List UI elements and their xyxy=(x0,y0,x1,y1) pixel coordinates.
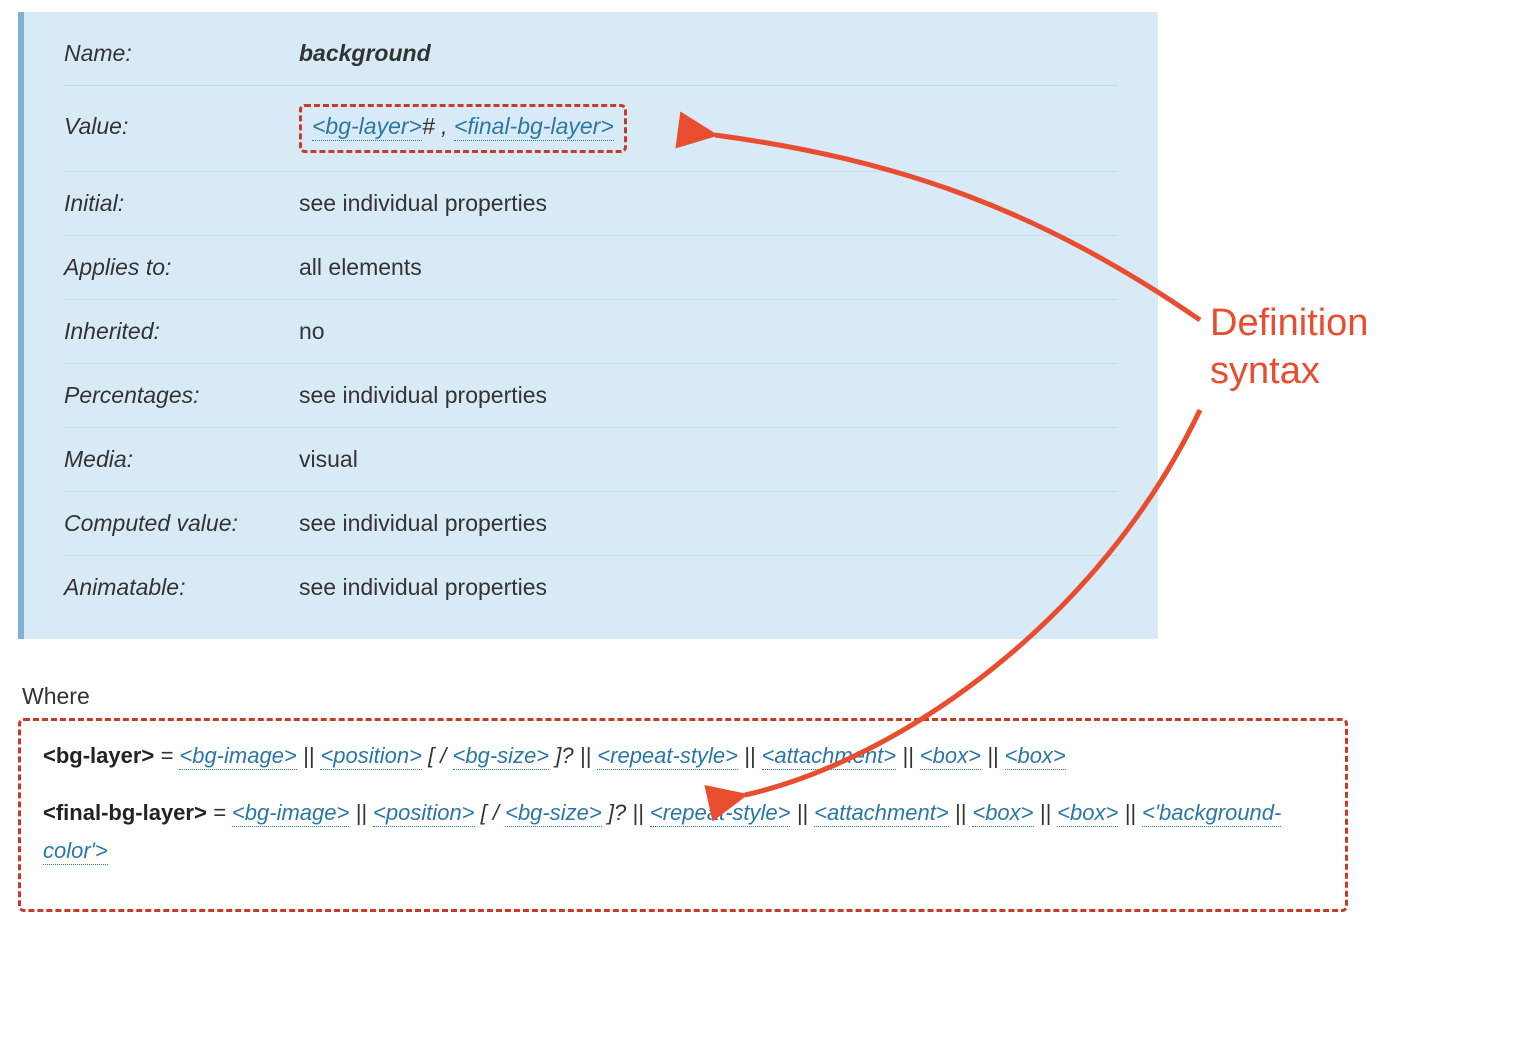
definition-line: <final-bg-layer> = <bg-image> || <positi… xyxy=(43,794,1323,869)
syntax-token: || xyxy=(790,800,814,825)
property-label: Media: xyxy=(64,446,299,473)
property-value: see individual properties xyxy=(299,382,547,409)
property-value: see individual properties xyxy=(299,510,547,537)
definition-term: <final-bg-layer> xyxy=(43,800,207,825)
syntax-type-link[interactable]: <box> xyxy=(1005,743,1066,770)
syntax-token: || xyxy=(1034,800,1058,825)
syntax-type-link[interactable]: <bg-layer> xyxy=(312,113,422,141)
property-label: Name: xyxy=(64,40,299,67)
property-label: Initial: xyxy=(64,190,299,217)
syntax-type-link[interactable]: <bg-image> xyxy=(232,800,349,827)
definition-line: <bg-layer> = <bg-image> || <position> [ … xyxy=(43,737,1323,774)
syntax-token: = xyxy=(207,800,232,825)
syntax-token: ]? || xyxy=(602,800,650,825)
definition-term: <bg-layer> xyxy=(43,743,154,768)
annotation-line-2: syntax xyxy=(1210,348,1368,396)
syntax-token: # , xyxy=(422,113,454,139)
syntax-token: || xyxy=(1118,800,1142,825)
syntax-type-link[interactable]: <position> xyxy=(373,800,475,827)
property-value: background xyxy=(299,40,431,67)
annotation-line-1: Definition xyxy=(1210,300,1368,348)
property-label: Computed value: xyxy=(64,510,299,537)
syntax-type-link[interactable]: <bg-size> xyxy=(453,743,550,770)
annotation-label: Definition syntax xyxy=(1210,300,1368,395)
property-row: Computed value:see individual properties xyxy=(64,492,1118,556)
syntax-type-link[interactable]: <attachment> xyxy=(814,800,949,827)
syntax-token: || xyxy=(949,800,973,825)
property-label: Inherited: xyxy=(64,318,299,345)
syntax-token: = xyxy=(154,743,179,768)
property-row: Media:visual xyxy=(64,428,1118,492)
syntax-type-link[interactable]: <final-bg-layer> xyxy=(454,113,614,141)
syntax-type-link[interactable]: <repeat-style> xyxy=(650,800,791,827)
syntax-token: || xyxy=(738,743,762,768)
syntax-token: [ / xyxy=(475,800,506,825)
property-row: Percentages:see individual properties xyxy=(64,364,1118,428)
syntax-token: [ / xyxy=(422,743,453,768)
property-value: no xyxy=(299,318,325,345)
property-row: Name:background xyxy=(64,22,1118,86)
property-row: Applies to:all elements xyxy=(64,236,1118,300)
syntax-type-link[interactable]: <box> xyxy=(972,800,1033,827)
definitions-highlight-box: <bg-layer> = <bg-image> || <position> [ … xyxy=(18,718,1348,912)
syntax-token: || xyxy=(297,743,321,768)
property-row: Value:<bg-layer># , <final-bg-layer> xyxy=(64,86,1118,172)
value-syntax-highlight-box: <bg-layer># , <final-bg-layer> xyxy=(299,104,627,153)
syntax-token: || xyxy=(349,800,373,825)
syntax-type-link[interactable]: <bg-size> xyxy=(505,800,602,827)
syntax-type-link[interactable]: <repeat-style> xyxy=(597,743,738,770)
property-value: see individual properties xyxy=(299,190,547,217)
property-value: <bg-layer># , <final-bg-layer> xyxy=(299,104,627,153)
property-row: Inherited:no xyxy=(64,300,1118,364)
property-label: Applies to: xyxy=(64,254,299,281)
syntax-type-link[interactable]: <bg-image> xyxy=(179,743,296,770)
syntax-type-link[interactable]: <box> xyxy=(1057,800,1118,827)
property-label: Percentages: xyxy=(64,382,299,409)
property-label: Animatable: xyxy=(64,574,299,601)
syntax-token: || xyxy=(981,743,1005,768)
where-heading: Where xyxy=(22,683,1496,710)
property-value: see individual properties xyxy=(299,574,547,601)
syntax-type-link[interactable]: <attachment> xyxy=(762,743,897,770)
property-value: all elements xyxy=(299,254,422,281)
property-summary-panel: Name:backgroundValue:<bg-layer># , <fina… xyxy=(18,12,1158,639)
property-label: Value: xyxy=(64,113,299,140)
syntax-token: || xyxy=(896,743,920,768)
property-value: visual xyxy=(299,446,358,473)
property-row: Initial:see individual properties xyxy=(64,172,1118,236)
property-row: Animatable:see individual properties xyxy=(64,556,1118,619)
syntax-token: ]? || xyxy=(549,743,597,768)
syntax-type-link[interactable]: <box> xyxy=(920,743,981,770)
syntax-type-link[interactable]: <position> xyxy=(320,743,422,770)
